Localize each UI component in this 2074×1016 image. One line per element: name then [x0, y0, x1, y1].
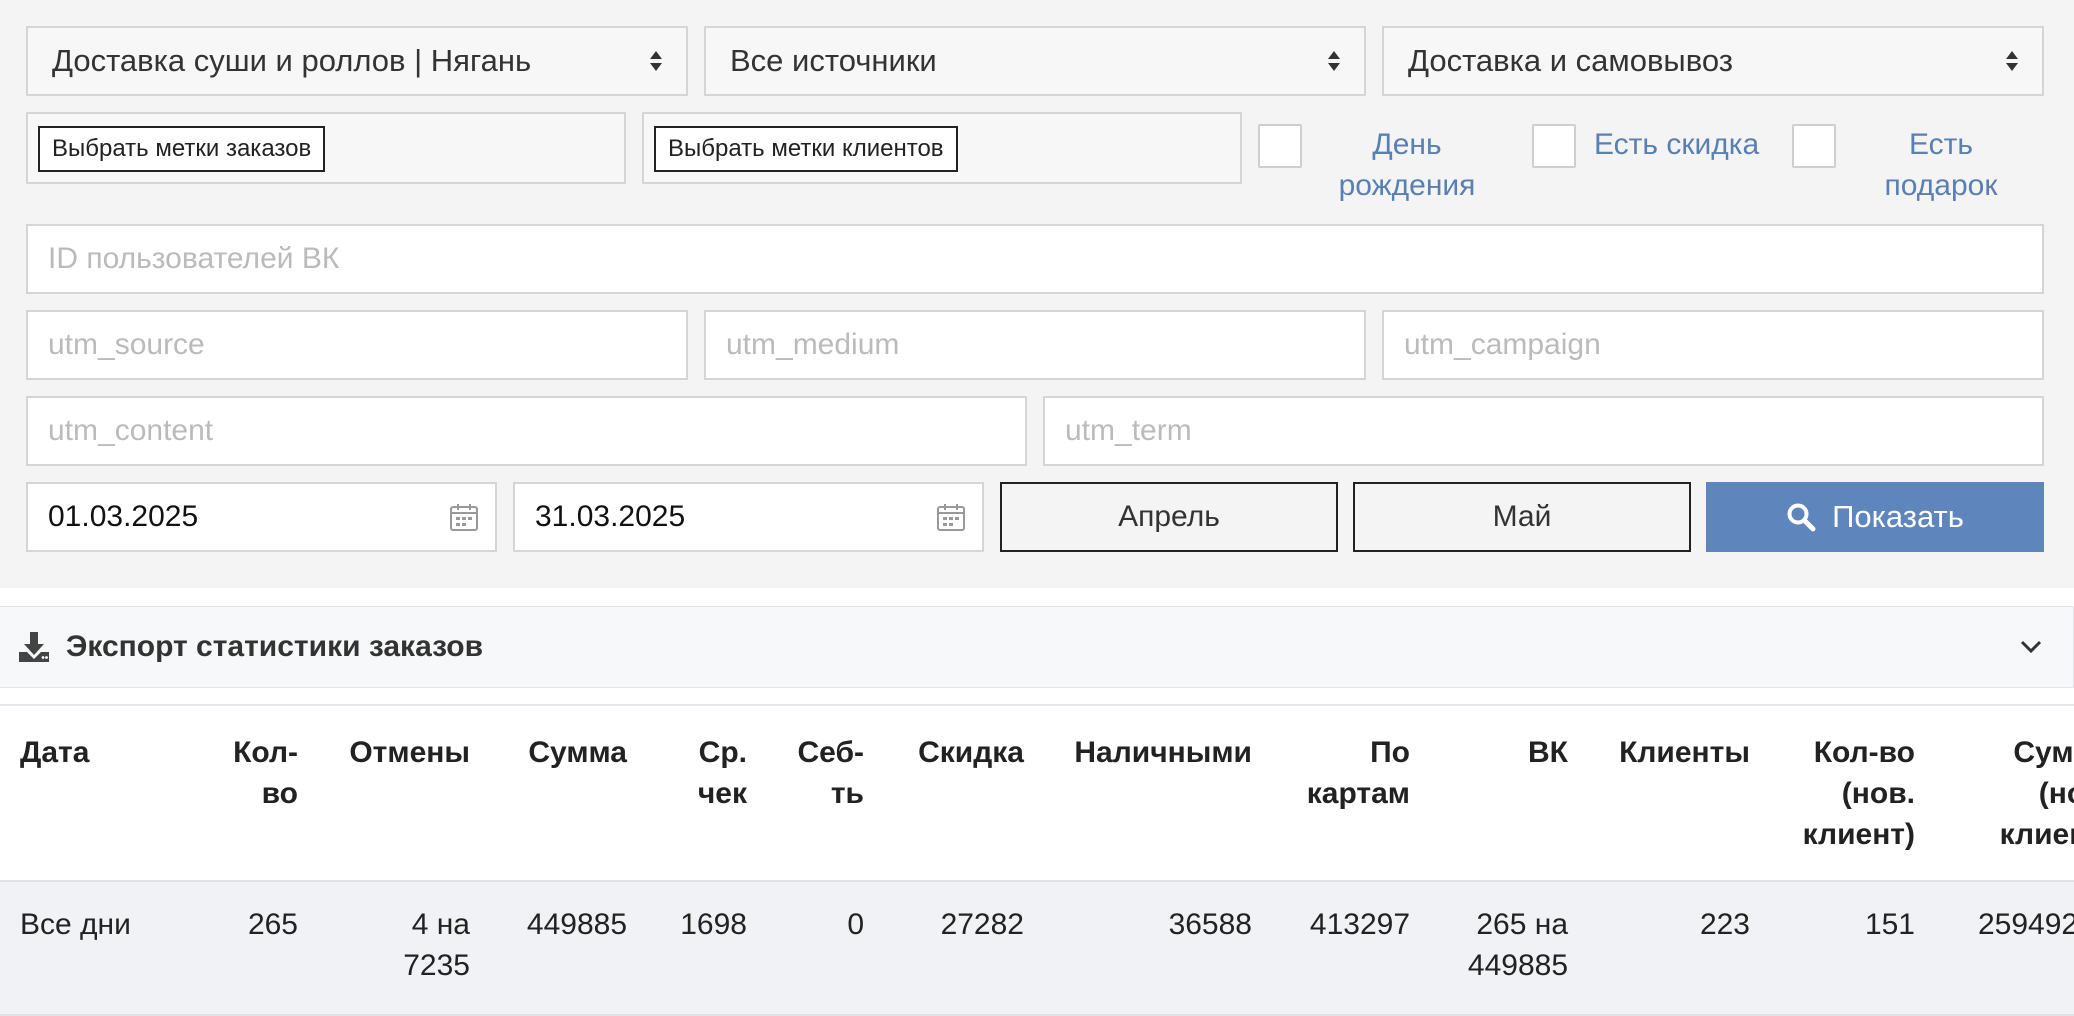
discount-checkbox[interactable] — [1532, 124, 1576, 168]
order-tags-field: Выбрать метки заказов — [26, 112, 626, 184]
col-new-sum-header[interactable]: Сумма (нов. клиент) — [1942, 732, 2074, 855]
birthday-checkbox[interactable] — [1258, 124, 1302, 168]
birthday-label-text: День рождения — [1338, 128, 1476, 202]
may-button[interactable]: Май — [1353, 482, 1691, 552]
calendar-icon — [450, 504, 478, 531]
search-icon — [1787, 503, 1816, 532]
client-tags-field: Выбрать метки клиентов — [642, 112, 1242, 184]
filters-panel: Доставка суши и роллов | Нягань Все исто… — [0, 0, 2074, 588]
cell-sum: 449885 — [526, 908, 627, 941]
col-count-header[interactable]: Кол- во — [190, 732, 298, 814]
cell-count: 265 — [247, 908, 298, 941]
project-select-value: Доставка суши и роллов | Нягань — [52, 43, 532, 78]
utm-source-input[interactable]: utm_source — [26, 310, 688, 380]
cell-cancels: 4 на 7235 — [403, 908, 470, 982]
utm-term-input[interactable]: utm_term — [1043, 396, 2044, 466]
col-sum-header[interactable]: Сумма — [490, 732, 627, 773]
sort-arrows-icon — [1328, 51, 1340, 71]
select-client-tags-button[interactable]: Выбрать метки клиентов — [654, 126, 958, 172]
utm-content-input[interactable]: utm_content — [26, 396, 1027, 466]
gift-checkbox[interactable] — [1792, 124, 1836, 168]
cell-avg-check: 1698 — [680, 908, 747, 941]
col-new-count-header[interactable]: Кол-во (нов. клиент) — [1770, 732, 1915, 855]
date-to-value: 31.03.2025 — [535, 500, 686, 533]
delivery-type-select[interactable]: Доставка и самовывоз — [1382, 26, 2044, 96]
cell-vk: 265 на 449885 — [1467, 908, 1568, 982]
discount-checkbox-label[interactable]: Есть скидка — [1594, 124, 1780, 165]
chevron-down-icon[interactable] — [2019, 637, 2043, 657]
source-select[interactable]: Все источники — [704, 26, 1366, 96]
show-button[interactable]: Показать — [1706, 482, 2044, 552]
select-order-tags-button[interactable]: Выбрать метки заказов — [38, 126, 326, 172]
col-clients-header[interactable]: Клиенты — [1590, 732, 1750, 773]
cell-clients: 223 — [1699, 908, 1750, 941]
utm-campaign-input[interactable]: utm_campaign — [1382, 310, 2044, 380]
sort-arrows-icon — [2006, 51, 2018, 71]
download-icon — [19, 632, 49, 662]
project-select[interactable]: Доставка суши и роллов | Нягань — [26, 26, 688, 96]
date-from-input[interactable]: 01.03.2025 — [26, 482, 497, 552]
col-cash-header[interactable]: Наличными — [1050, 732, 1252, 773]
col-cards-header[interactable]: По картам — [1270, 732, 1410, 814]
source-select-value: Все источники — [730, 43, 937, 78]
col-date-header[interactable]: Дата — [20, 732, 200, 773]
col-cost-header[interactable]: Себ- ть — [770, 732, 864, 814]
col-discount-header[interactable]: Скидка — [880, 732, 1024, 773]
col-avg-check-header[interactable]: Ср. чек — [650, 732, 747, 814]
cell-cash: 36588 — [1168, 908, 1252, 941]
april-button[interactable]: Апрель — [1000, 482, 1338, 552]
date-to-input[interactable]: 31.03.2025 — [513, 482, 984, 552]
cell-new-count: 151 — [1864, 908, 1915, 941]
date-from-value: 01.03.2025 — [48, 500, 199, 533]
show-button-label: Показать — [1832, 499, 1964, 534]
sort-arrows-icon — [650, 51, 662, 71]
col-vk-header[interactable]: ВК — [1440, 732, 1568, 773]
utm-medium-input[interactable]: utm_medium — [704, 310, 1366, 380]
cell-cost: 0 — [847, 908, 864, 941]
vk-ids-input[interactable]: ID пользователей ВК — [26, 224, 2044, 294]
birthday-checkbox-label[interactable]: День рождения — [1320, 124, 1494, 206]
export-title: Экспорт статистики заказов — [66, 630, 484, 663]
calendar-icon — [937, 504, 965, 531]
gift-checkbox-label[interactable]: Есть подарок — [1854, 124, 2028, 206]
export-accordion[interactable]: Экспорт статистики заказов — [0, 606, 2074, 688]
delivery-type-select-value: Доставка и самовывоз — [1408, 43, 1733, 78]
col-cancels-header[interactable]: Отмены — [320, 732, 470, 773]
cell-date: Все дни — [20, 908, 131, 941]
cell-new-sum: 259492 — [1978, 908, 2074, 941]
cell-discount: 27282 — [940, 908, 1024, 941]
table-row: Все дни 265 4 на 7235 449885 1698 0 2728… — [0, 880, 2074, 1016]
table-header-row: Дата Кол- во Отмены Сумма Ср. чек Себ- т… — [0, 704, 2074, 880]
gift-label-text: Есть подарок — [1884, 128, 1998, 202]
cell-cards: 413297 — [1309, 908, 1410, 941]
